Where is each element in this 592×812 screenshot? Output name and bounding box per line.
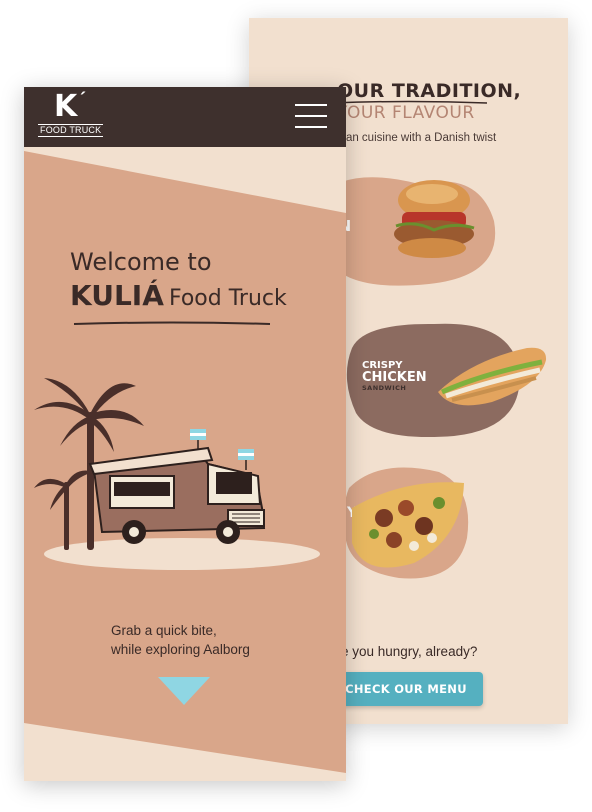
welcome-heading: Welcome to KULIÁ Food Truck <box>70 247 287 319</box>
brand-line: KULIÁ Food Truck <box>70 277 287 319</box>
tagline: Grab a quick bite, while exploring Aalbo… <box>111 621 250 659</box>
burger-image <box>394 180 475 258</box>
logo-letter: K <box>54 89 78 124</box>
hungry-text: e you hungry, already? <box>341 644 478 659</box>
down-arrow-icon[interactable] <box>158 677 210 705</box>
food-truck-illustration <box>34 378 320 570</box>
brand-suffix: Food Truck <box>168 286 287 311</box>
item-2-label: CRISPY CHICKEN SANDWICH <box>362 360 427 392</box>
headline-line-1: OUR TRADITION, <box>337 80 522 102</box>
item-2-name: CHICKEN <box>362 370 427 385</box>
logo-accent: ´ <box>80 89 86 109</box>
top-navigation-bar: K ´ FOOD TRUCK <box>24 87 346 147</box>
loaded-fries-image <box>352 482 464 568</box>
welcome-screen: K ´ FOOD TRUCK Welcome to KULIÁ Food Tru… <box>24 87 346 781</box>
tagline-line-1: Grab a quick bite, <box>111 623 217 638</box>
welcome-underline <box>73 321 271 325</box>
logo-subtitle: FOOD TRUCK <box>38 124 104 137</box>
brand-name: KULIÁ <box>70 279 164 312</box>
hamburger-menu-icon[interactable] <box>295 102 327 130</box>
item-2-type: SANDWICH <box>362 384 407 393</box>
tagline-line-2: while exploring Aalborg <box>111 642 250 657</box>
sandwich-image <box>438 347 547 406</box>
welcome-line: Welcome to <box>70 248 212 276</box>
tradition-subtitle: nian cuisine with a Danish twist <box>337 132 497 144</box>
check-menu-button[interactable]: CHECK OUR MENU <box>329 672 483 706</box>
headline-underline <box>330 100 488 104</box>
